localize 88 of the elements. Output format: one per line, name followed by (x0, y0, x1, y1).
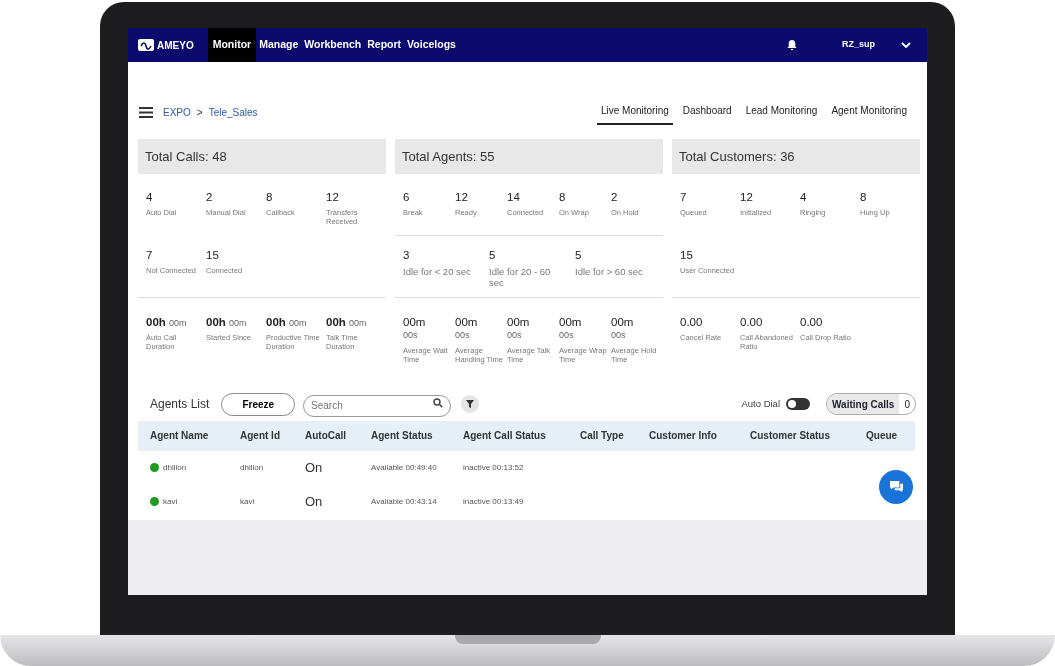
stat-value: 15 (680, 249, 694, 262)
stat-value: 14 (507, 191, 521, 204)
stat-value: 00h 00m (326, 316, 368, 329)
menu-item[interactable]: Report (364, 28, 405, 62)
logo-icon (138, 39, 154, 51)
chat-icon[interactable] (888, 480, 904, 493)
table-cell: dhillon (228, 450, 293, 485)
stat-value: 3 (403, 249, 411, 262)
user-name[interactable]: RZ_sup (842, 38, 875, 52)
tab[interactable]: Agent Monitoring (827, 100, 911, 125)
stat-sub-value: 00s (611, 328, 627, 342)
stat-value: 5 (489, 249, 497, 262)
stat-value: 8 (860, 191, 868, 204)
stat-value: 2 (206, 191, 214, 204)
stat-value: 0.00 (680, 316, 704, 329)
stat-value: 15 (206, 249, 220, 262)
column-header: Queue (854, 420, 915, 451)
stat-sub-value: 00s (455, 328, 471, 342)
stat-value: 2 (611, 191, 619, 204)
stat-value: 4 (146, 191, 154, 204)
column-header: Agent Call Status (451, 420, 568, 451)
menu-item[interactable]: Workbench (301, 28, 365, 62)
table-cell: Available 00:49:40 (359, 450, 451, 485)
stat-value: 7 (680, 191, 688, 204)
panel-header: Total Agents: 55 (395, 139, 663, 174)
table-cell: dhillon (163, 462, 187, 472)
freeze-button[interactable]: Freeze (221, 392, 296, 416)
tab[interactable]: Lead Monitoring (741, 100, 822, 125)
stat-label: Idle for < 20 sec (403, 265, 472, 278)
table-cell-text: inactive 00:13:49 (462, 495, 525, 508)
stat-value: 00m (559, 316, 583, 329)
column-header: Agent Id (228, 420, 293, 451)
stat-value: 5 (575, 249, 583, 262)
search-icon[interactable] (433, 398, 444, 408)
stat-sub-value: 00s (507, 328, 523, 342)
column-header: Customer Info (637, 420, 738, 451)
toggle-label: Auto Dial (741, 397, 780, 412)
stat-value: 00m (455, 316, 479, 329)
tab[interactable]: Live Monitoring (596, 100, 673, 125)
breadcrumb-link[interactable]: EXPO (163, 105, 191, 120)
table-cell-text: Available 00:43:14 (370, 495, 438, 508)
stat-sub-value: 00s (559, 328, 575, 342)
column-header: AutoCall (293, 420, 359, 451)
menu-item[interactable]: Monitor (207, 28, 257, 62)
column-header: Agent Status (359, 420, 451, 451)
section-title: Agents List (150, 396, 210, 414)
menu-icon[interactable] (139, 107, 153, 118)
stat-label: Idle for 20 - 60 sec (489, 265, 552, 289)
stat-value: 00h 00m (206, 316, 248, 329)
breadcrumb-separator: > (196, 106, 203, 120)
panel-header: Total Customers: 36 (672, 139, 920, 174)
stat-value: 12 (455, 191, 469, 204)
table-cell-text: kavi (239, 495, 256, 508)
column-header: Call Type (568, 420, 637, 451)
stat-value: 00m (403, 316, 427, 329)
stat-value: 4 (800, 191, 808, 204)
bell-icon[interactable] (786, 39, 798, 51)
stat-value: 00m (611, 316, 635, 329)
stat-value: 8 (559, 191, 567, 204)
stat-label: Idle for > 60 sec (575, 265, 644, 278)
stat-sub-value: 00s (403, 328, 419, 342)
stat-value: 0.00 (800, 316, 824, 329)
stat-value: 7 (146, 249, 154, 262)
logo-text: AMEYO (157, 38, 194, 53)
breadcrumb-link[interactable]: Tele_Sales (208, 105, 258, 120)
menu-item[interactable]: Voicelogs (404, 28, 459, 62)
stat-value: 12 (326, 191, 340, 204)
chevron-down-icon[interactable] (901, 42, 911, 48)
search-field[interactable]: Search (303, 394, 452, 417)
table-cell: inactive 00:13:52 (451, 450, 568, 485)
menu-item[interactable]: Manage (256, 28, 302, 62)
stat-value: 12 (740, 191, 754, 204)
column-header: Customer Status (738, 420, 854, 451)
stat-value: 0.00 (740, 316, 764, 329)
stat-value: 00h 00m (146, 316, 188, 329)
stat-value: 00h 00m (266, 316, 308, 329)
panel-header: Total Calls: 48 (138, 139, 386, 174)
table-cell: On (293, 450, 359, 485)
tab[interactable]: Dashboard (678, 100, 736, 125)
stat-value: 00m (507, 316, 531, 329)
toggle-switch[interactable] (786, 398, 810, 411)
filter-icon[interactable] (461, 395, 480, 414)
column-header: Agent Name (138, 420, 228, 451)
table-cell-text: On (304, 492, 324, 511)
table-cell: kavi (163, 496, 178, 506)
stat-value: 6 (403, 191, 411, 204)
stat-value: 8 (266, 191, 274, 204)
chat-button[interactable] (879, 469, 913, 504)
